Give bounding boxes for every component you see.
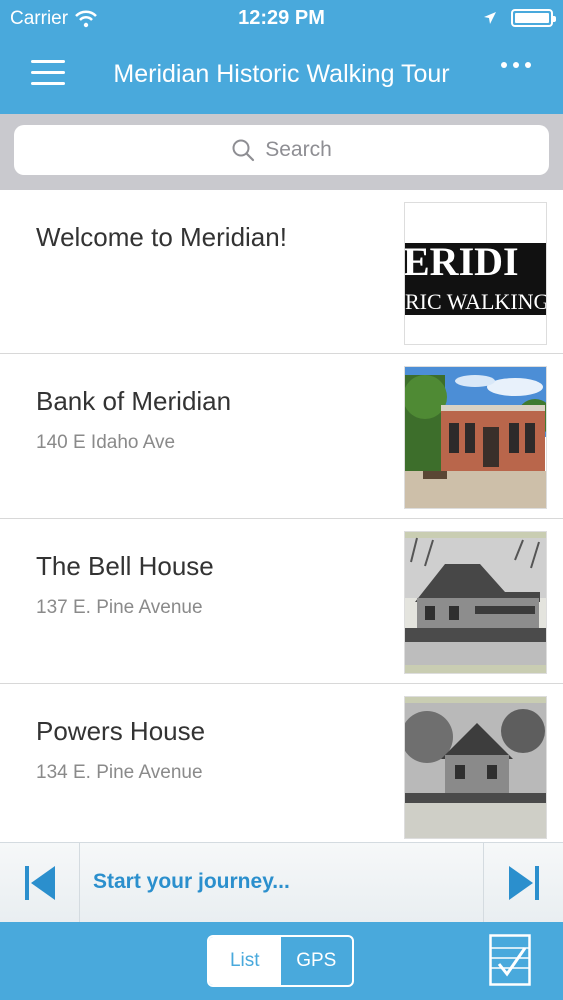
list-item[interactable]: The Bell House 137 E. Pine Avenue	[0, 519, 563, 684]
item-subtitle: 140 E Idaho Ave	[36, 432, 176, 453]
skip-forward-icon	[508, 866, 539, 900]
previous-button[interactable]	[0, 843, 80, 923]
status-right	[483, 9, 556, 27]
battery-icon	[511, 9, 556, 27]
location-arrow-icon	[484, 12, 496, 24]
more-icon[interactable]	[501, 62, 531, 68]
item-title: Powers House	[36, 716, 206, 746]
list-item[interactable]: Powers House 134 E. Pine Avenue	[0, 684, 563, 842]
gps-tab[interactable]: GPS	[281, 937, 353, 985]
thumbnail-bank	[404, 366, 547, 509]
list-item[interactable]: Welcome to Meridian! ERIDI RIC WALKING	[0, 190, 563, 354]
player-status-text: Start your journey...	[93, 870, 290, 893]
tour-stop-list: Welcome to Meridian! ERIDI RIC WALKING B…	[0, 190, 563, 842]
skip-back-icon	[24, 866, 55, 900]
bottom-toolbar: List GPS	[0, 922, 563, 1000]
status-time: 12:29 PM	[238, 7, 325, 29]
thumbnail-powers-house	[404, 696, 547, 839]
list-item[interactable]: Bank of Meridian 140 E Idaho Ave	[0, 354, 563, 519]
thumb-logo-subtext: RIC WALKING	[405, 289, 547, 314]
navbar: Meridian Historic Walking Tour	[0, 38, 563, 114]
battery-fill	[515, 13, 549, 23]
next-button[interactable]	[483, 843, 563, 923]
thumb-logo-text: ERIDI	[405, 239, 519, 284]
item-title: Bank of Meridian	[36, 386, 232, 416]
checklist-icon[interactable]	[489, 934, 531, 986]
view-toggle: List GPS	[207, 935, 354, 987]
status-bar: Carrier 12:29 PM	[0, 0, 563, 38]
search-placeholder: Search	[265, 138, 332, 161]
search-icon	[232, 139, 255, 162]
item-subtitle: 137 E. Pine Avenue	[36, 597, 203, 618]
search-bar-area: Search	[0, 114, 563, 190]
search-input[interactable]: Search	[14, 125, 549, 175]
page-title: Meridian Historic Walking Tour	[113, 60, 450, 88]
list-tab[interactable]: List	[209, 937, 281, 985]
item-title: Welcome to Meridian!	[36, 222, 287, 252]
thumbnail-bell-house	[404, 531, 547, 674]
audio-player: Start your journey...	[0, 842, 563, 923]
item-title: The Bell House	[36, 551, 214, 581]
header: Carrier 12:29 PM Meridian Historic Walki…	[0, 0, 563, 114]
thumbnail-welcome: ERIDI RIC WALKING	[404, 202, 547, 345]
item-subtitle: 134 E. Pine Avenue	[36, 762, 203, 783]
